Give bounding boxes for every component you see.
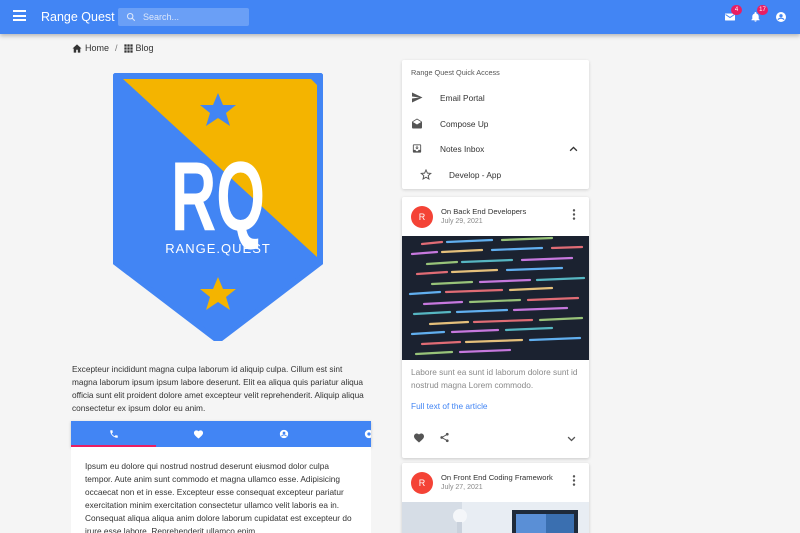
logo-initials: RQ bbox=[171, 141, 265, 251]
card-title: On Back End Developers bbox=[441, 207, 527, 216]
blog-card: R On Back End Developers July 29, 2021 L… bbox=[402, 197, 589, 458]
heart-icon bbox=[193, 430, 204, 439]
home-icon bbox=[72, 43, 82, 53]
breadcrumb-separator: / bbox=[115, 43, 118, 53]
quick-access-title: Range Quest Quick Access bbox=[411, 68, 500, 77]
account-button[interactable] bbox=[775, 10, 787, 28]
breadcrumb: Home / Blog bbox=[72, 43, 154, 53]
send-icon bbox=[412, 92, 423, 103]
tab-panel-text: Ipsum eu dolore qui nostrud nostrud dese… bbox=[71, 447, 371, 533]
phone-icon bbox=[109, 430, 118, 438]
quick-access-compose-up[interactable]: Compose Up bbox=[402, 112, 589, 136]
icon-tabs bbox=[71, 421, 371, 447]
tab-phone[interactable] bbox=[71, 421, 156, 447]
quick-access-label: Notes Inbox bbox=[440, 144, 485, 154]
star-outline-icon bbox=[420, 169, 432, 180]
avatar: R bbox=[411, 206, 433, 228]
quick-access-label: Compose Up bbox=[440, 119, 489, 129]
breadcrumb-blog-label: Blog bbox=[135, 43, 154, 53]
code-screenshot-image bbox=[402, 236, 589, 360]
app-bar: Range Quest 4 17 bbox=[0, 0, 800, 34]
mail-button[interactable]: 4 bbox=[724, 5, 742, 28]
app-title[interactable]: Range Quest bbox=[41, 10, 115, 24]
tab-account[interactable] bbox=[241, 421, 326, 447]
range-quest-logo: RQ RANGE.QUEST bbox=[113, 73, 323, 341]
breadcrumb-home-label: Home bbox=[85, 43, 110, 53]
breadcrumb-blog[interactable]: Blog bbox=[123, 43, 154, 53]
quick-access-notes-inbox[interactable]: Notes Inbox bbox=[402, 137, 589, 161]
workspace-image bbox=[402, 502, 589, 533]
avatar: R bbox=[411, 472, 433, 494]
notification-badge: 17 bbox=[757, 5, 768, 15]
card-date: July 29, 2021 bbox=[441, 218, 483, 225]
search-input[interactable] bbox=[143, 9, 243, 25]
drafts-icon bbox=[412, 118, 422, 129]
grid-icon bbox=[123, 43, 133, 53]
help-icon bbox=[364, 429, 371, 439]
breadcrumb-home[interactable]: Home bbox=[72, 43, 109, 53]
card-date: July 27, 2021 bbox=[441, 484, 483, 491]
blog-card: R On Front End Coding Framework July 27,… bbox=[402, 463, 589, 533]
share-icon[interactable] bbox=[439, 432, 450, 443]
quick-access-label: Email Portal bbox=[440, 93, 485, 103]
chevron-up-icon[interactable] bbox=[569, 145, 578, 152]
card-summary: Labore sunt ea sunt id laborum dolore su… bbox=[411, 367, 578, 390]
tab-favorites[interactable] bbox=[156, 421, 241, 447]
notifications-button[interactable]: 17 bbox=[750, 5, 768, 28]
logo-wordmark: RANGE.QUEST bbox=[165, 241, 271, 256]
mail-badge: 4 bbox=[731, 5, 742, 15]
chevron-down-icon[interactable] bbox=[567, 436, 576, 442]
account-circle-icon bbox=[776, 12, 786, 22]
tab-help[interactable] bbox=[326, 421, 371, 447]
search-box[interactable] bbox=[118, 8, 249, 26]
quick-access-develop-app[interactable]: Develop - App bbox=[402, 163, 589, 187]
quick-access-panel: Range Quest Quick Access Email Portal Co… bbox=[402, 60, 589, 189]
intro-paragraph: Excepteur incididunt magna culpa laborum… bbox=[72, 364, 364, 413]
search-icon bbox=[126, 12, 136, 22]
more-vert-icon[interactable] bbox=[572, 209, 576, 220]
heart-icon[interactable] bbox=[413, 432, 425, 443]
inbox-icon bbox=[412, 144, 422, 153]
card-title: On Front End Coding Framework bbox=[441, 473, 553, 482]
menu-icon[interactable] bbox=[13, 10, 26, 21]
full-article-link[interactable]: Full text of the article bbox=[411, 401, 488, 411]
account-icon bbox=[279, 429, 288, 439]
more-vert-icon[interactable] bbox=[572, 475, 576, 486]
quick-access-label: Develop - App bbox=[449, 170, 502, 180]
quick-access-email-portal[interactable]: Email Portal bbox=[402, 86, 589, 110]
